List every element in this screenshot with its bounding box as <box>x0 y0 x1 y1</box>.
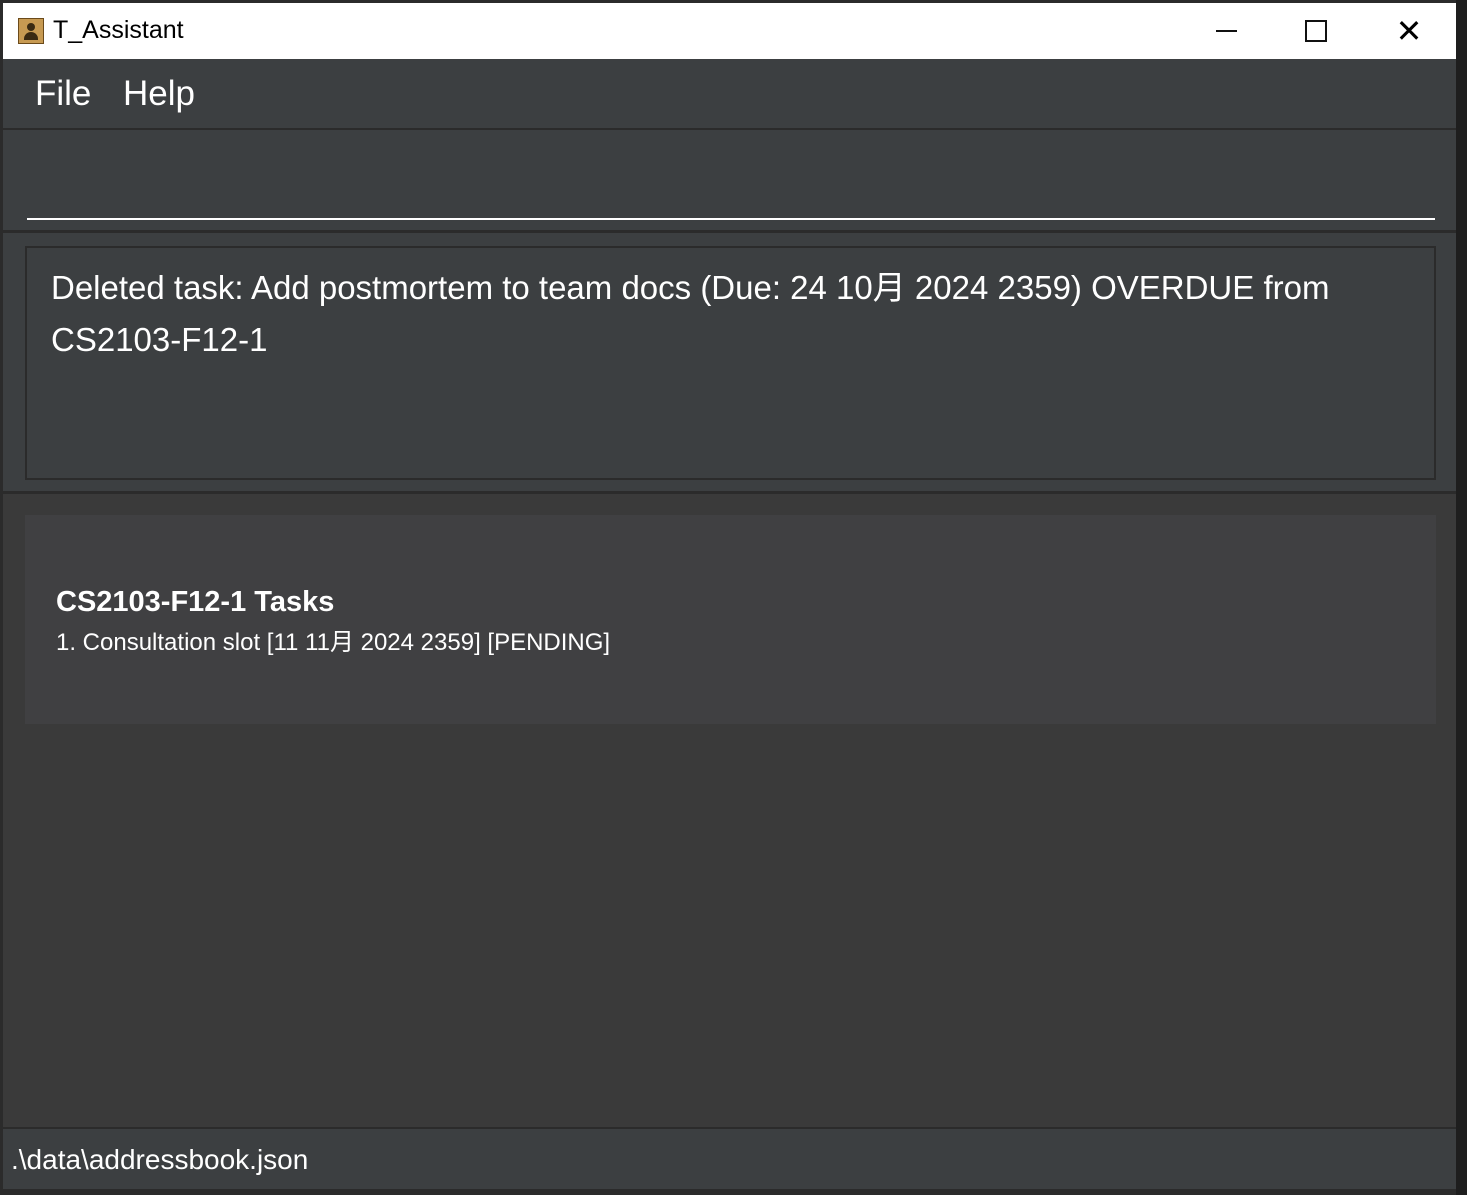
task-item: 1. Consultation slot [11 11月 2024 2359] … <box>56 629 611 656</box>
maximize-button[interactable] <box>1271 3 1361 59</box>
result-message: Deleted task: Add postmortem to team doc… <box>51 269 1330 358</box>
background-app <box>1456 0 1467 1195</box>
list-item[interactable]: CS2103-F12-1 Tasks 1. Consultation slot … <box>25 515 1436 724</box>
menu-help[interactable]: Help <box>123 73 195 115</box>
title-bar[interactable]: T_Assistant ✕ <box>3 3 1456 59</box>
address-book-icon <box>18 18 44 44</box>
close-icon: ✕ <box>1395 12 1423 50</box>
command-input[interactable] <box>27 150 1435 220</box>
result-display[interactable]: Deleted task: Add postmortem to team doc… <box>25 246 1436 480</box>
app-window: T_Assistant ✕ File Help Deleted task: Ad… <box>3 3 1456 1189</box>
status-bar: .\data\addressbook.json <box>3 1127 1456 1189</box>
command-box-panel <box>3 130 1456 233</box>
minimize-icon <box>1215 30 1237 32</box>
result-display-panel: Deleted task: Add postmortem to team doc… <box>3 233 1456 494</box>
task-group-title: CS2103-F12-1 Tasks <box>56 586 335 618</box>
maximize-icon <box>1305 20 1327 42</box>
menu-file[interactable]: File <box>35 73 91 115</box>
close-button[interactable]: ✕ <box>1364 3 1454 59</box>
save-location-path: .\data\addressbook.json <box>11 1144 309 1175</box>
task-list-panel[interactable]: CS2103-F12-1 Tasks 1. Consultation slot … <box>3 494 1456 1127</box>
menu-bar: File Help <box>3 59 1456 130</box>
window-title: T_Assistant <box>53 16 184 44</box>
minimize-button[interactable] <box>1181 3 1271 59</box>
